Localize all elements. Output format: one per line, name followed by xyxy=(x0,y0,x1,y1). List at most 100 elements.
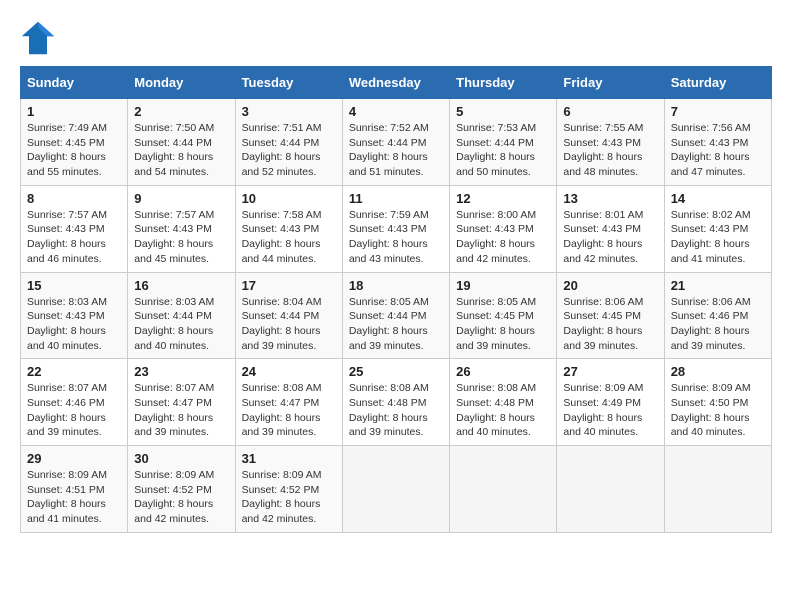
day-info: Sunrise: 8:06 AMSunset: 4:46 PMDaylight:… xyxy=(671,295,765,354)
day-number: 9 xyxy=(134,191,228,206)
calendar-cell: 26 Sunrise: 8:08 AMSunset: 4:48 PMDaylig… xyxy=(450,359,557,446)
day-info: Sunrise: 7:55 AMSunset: 4:43 PMDaylight:… xyxy=(563,121,657,180)
calendar-cell: 24 Sunrise: 8:08 AMSunset: 4:47 PMDaylig… xyxy=(235,359,342,446)
day-number: 3 xyxy=(242,104,336,119)
calendar-cell: 9 Sunrise: 7:57 AMSunset: 4:43 PMDayligh… xyxy=(128,185,235,272)
calendar-week-row: 29 Sunrise: 8:09 AMSunset: 4:51 PMDaylig… xyxy=(21,446,772,533)
calendar-cell: 14 Sunrise: 8:02 AMSunset: 4:43 PMDaylig… xyxy=(664,185,771,272)
calendar-week-row: 1 Sunrise: 7:49 AMSunset: 4:45 PMDayligh… xyxy=(21,99,772,186)
day-number: 23 xyxy=(134,364,228,379)
day-number: 13 xyxy=(563,191,657,206)
day-number: 24 xyxy=(242,364,336,379)
day-number: 7 xyxy=(671,104,765,119)
weekday-header: Monday xyxy=(128,67,235,99)
header xyxy=(20,20,772,56)
header-row: SundayMondayTuesdayWednesdayThursdayFrid… xyxy=(21,67,772,99)
calendar-cell: 20 Sunrise: 8:06 AMSunset: 4:45 PMDaylig… xyxy=(557,272,664,359)
day-info: Sunrise: 8:09 AMSunset: 4:50 PMDaylight:… xyxy=(671,381,765,440)
calendar-cell: 7 Sunrise: 7:56 AMSunset: 4:43 PMDayligh… xyxy=(664,99,771,186)
day-info: Sunrise: 7:58 AMSunset: 4:43 PMDaylight:… xyxy=(242,208,336,267)
day-number: 17 xyxy=(242,278,336,293)
day-number: 18 xyxy=(349,278,443,293)
day-info: Sunrise: 8:09 AMSunset: 4:51 PMDaylight:… xyxy=(27,468,121,527)
day-info: Sunrise: 8:08 AMSunset: 4:48 PMDaylight:… xyxy=(349,381,443,440)
day-number: 15 xyxy=(27,278,121,293)
day-number: 29 xyxy=(27,451,121,466)
day-number: 10 xyxy=(242,191,336,206)
day-number: 4 xyxy=(349,104,443,119)
calendar-week-row: 8 Sunrise: 7:57 AMSunset: 4:43 PMDayligh… xyxy=(21,185,772,272)
day-number: 2 xyxy=(134,104,228,119)
day-number: 21 xyxy=(671,278,765,293)
day-info: Sunrise: 7:50 AMSunset: 4:44 PMDaylight:… xyxy=(134,121,228,180)
weekday-header: Thursday xyxy=(450,67,557,99)
weekday-header: Tuesday xyxy=(235,67,342,99)
day-info: Sunrise: 7:52 AMSunset: 4:44 PMDaylight:… xyxy=(349,121,443,180)
calendar-week-row: 22 Sunrise: 8:07 AMSunset: 4:46 PMDaylig… xyxy=(21,359,772,446)
calendar-week-row: 15 Sunrise: 8:03 AMSunset: 4:43 PMDaylig… xyxy=(21,272,772,359)
page-container: SundayMondayTuesdayWednesdayThursdayFrid… xyxy=(20,20,772,533)
weekday-header: Saturday xyxy=(664,67,771,99)
calendar-cell: 4 Sunrise: 7:52 AMSunset: 4:44 PMDayligh… xyxy=(342,99,449,186)
calendar-cell: 21 Sunrise: 8:06 AMSunset: 4:46 PMDaylig… xyxy=(664,272,771,359)
calendar-cell: 11 Sunrise: 7:59 AMSunset: 4:43 PMDaylig… xyxy=(342,185,449,272)
day-number: 16 xyxy=(134,278,228,293)
calendar-cell: 2 Sunrise: 7:50 AMSunset: 4:44 PMDayligh… xyxy=(128,99,235,186)
calendar-cell: 8 Sunrise: 7:57 AMSunset: 4:43 PMDayligh… xyxy=(21,185,128,272)
calendar-cell: 29 Sunrise: 8:09 AMSunset: 4:51 PMDaylig… xyxy=(21,446,128,533)
day-number: 19 xyxy=(456,278,550,293)
calendar-cell: 31 Sunrise: 8:09 AMSunset: 4:52 PMDaylig… xyxy=(235,446,342,533)
day-info: Sunrise: 8:03 AMSunset: 4:44 PMDaylight:… xyxy=(134,295,228,354)
calendar-cell: 3 Sunrise: 7:51 AMSunset: 4:44 PMDayligh… xyxy=(235,99,342,186)
calendar-cell: 28 Sunrise: 8:09 AMSunset: 4:50 PMDaylig… xyxy=(664,359,771,446)
day-info: Sunrise: 8:09 AMSunset: 4:49 PMDaylight:… xyxy=(563,381,657,440)
day-number: 5 xyxy=(456,104,550,119)
day-info: Sunrise: 7:57 AMSunset: 4:43 PMDaylight:… xyxy=(27,208,121,267)
day-info: Sunrise: 7:57 AMSunset: 4:43 PMDaylight:… xyxy=(134,208,228,267)
day-info: Sunrise: 8:09 AMSunset: 4:52 PMDaylight:… xyxy=(242,468,336,527)
calendar-cell: 25 Sunrise: 8:08 AMSunset: 4:48 PMDaylig… xyxy=(342,359,449,446)
day-info: Sunrise: 8:04 AMSunset: 4:44 PMDaylight:… xyxy=(242,295,336,354)
day-info: Sunrise: 7:56 AMSunset: 4:43 PMDaylight:… xyxy=(671,121,765,180)
calendar-cell: 19 Sunrise: 8:05 AMSunset: 4:45 PMDaylig… xyxy=(450,272,557,359)
day-number: 30 xyxy=(134,451,228,466)
calendar-cell xyxy=(450,446,557,533)
calendar-cell: 18 Sunrise: 8:05 AMSunset: 4:44 PMDaylig… xyxy=(342,272,449,359)
calendar-cell: 27 Sunrise: 8:09 AMSunset: 4:49 PMDaylig… xyxy=(557,359,664,446)
day-number: 31 xyxy=(242,451,336,466)
calendar-cell: 23 Sunrise: 8:07 AMSunset: 4:47 PMDaylig… xyxy=(128,359,235,446)
day-info: Sunrise: 7:53 AMSunset: 4:44 PMDaylight:… xyxy=(456,121,550,180)
day-info: Sunrise: 8:01 AMSunset: 4:43 PMDaylight:… xyxy=(563,208,657,267)
day-info: Sunrise: 7:59 AMSunset: 4:43 PMDaylight:… xyxy=(349,208,443,267)
day-info: Sunrise: 8:07 AMSunset: 4:47 PMDaylight:… xyxy=(134,381,228,440)
calendar-cell xyxy=(557,446,664,533)
day-info: Sunrise: 8:02 AMSunset: 4:43 PMDaylight:… xyxy=(671,208,765,267)
day-number: 28 xyxy=(671,364,765,379)
calendar-cell: 16 Sunrise: 8:03 AMSunset: 4:44 PMDaylig… xyxy=(128,272,235,359)
day-info: Sunrise: 8:08 AMSunset: 4:48 PMDaylight:… xyxy=(456,381,550,440)
day-number: 11 xyxy=(349,191,443,206)
day-info: Sunrise: 8:00 AMSunset: 4:43 PMDaylight:… xyxy=(456,208,550,267)
calendar-cell: 30 Sunrise: 8:09 AMSunset: 4:52 PMDaylig… xyxy=(128,446,235,533)
day-info: Sunrise: 8:05 AMSunset: 4:45 PMDaylight:… xyxy=(456,295,550,354)
day-number: 25 xyxy=(349,364,443,379)
weekday-header: Wednesday xyxy=(342,67,449,99)
calendar-cell: 12 Sunrise: 8:00 AMSunset: 4:43 PMDaylig… xyxy=(450,185,557,272)
day-number: 20 xyxy=(563,278,657,293)
day-info: Sunrise: 8:03 AMSunset: 4:43 PMDaylight:… xyxy=(27,295,121,354)
calendar-cell xyxy=(664,446,771,533)
day-number: 26 xyxy=(456,364,550,379)
calendar-cell: 17 Sunrise: 8:04 AMSunset: 4:44 PMDaylig… xyxy=(235,272,342,359)
calendar-cell xyxy=(342,446,449,533)
day-number: 14 xyxy=(671,191,765,206)
day-info: Sunrise: 7:51 AMSunset: 4:44 PMDaylight:… xyxy=(242,121,336,180)
day-info: Sunrise: 8:09 AMSunset: 4:52 PMDaylight:… xyxy=(134,468,228,527)
calendar-cell: 13 Sunrise: 8:01 AMSunset: 4:43 PMDaylig… xyxy=(557,185,664,272)
calendar-cell: 15 Sunrise: 8:03 AMSunset: 4:43 PMDaylig… xyxy=(21,272,128,359)
day-info: Sunrise: 8:06 AMSunset: 4:45 PMDaylight:… xyxy=(563,295,657,354)
calendar-cell: 1 Sunrise: 7:49 AMSunset: 4:45 PMDayligh… xyxy=(21,99,128,186)
calendar-cell: 22 Sunrise: 8:07 AMSunset: 4:46 PMDaylig… xyxy=(21,359,128,446)
day-number: 22 xyxy=(27,364,121,379)
logo-icon xyxy=(20,20,56,56)
day-info: Sunrise: 7:49 AMSunset: 4:45 PMDaylight:… xyxy=(27,121,121,180)
